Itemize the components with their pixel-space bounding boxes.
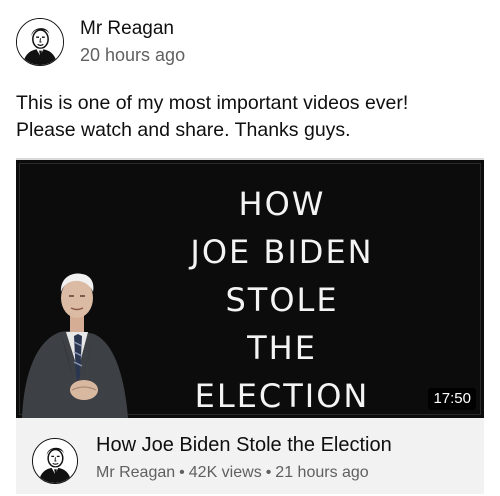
channel-name[interactable]: Mr Reagan — [96, 464, 175, 481]
reagan-portrait-icon — [17, 19, 63, 65]
post-text-line: Please watch and share. Thanks guys. — [16, 119, 351, 141]
reagan-portrait-icon — [33, 439, 77, 483]
video-thumbnail[interactable]: HOW JOE BIDEN STOLE THE ELECTION 17:50 — [16, 160, 484, 418]
headline-line: STOLE — [225, 281, 339, 319]
author-avatar[interactable] — [16, 18, 64, 66]
duration-badge: 17:50 — [428, 388, 476, 410]
video-age: 21 hours ago — [275, 464, 369, 481]
video-meta[interactable]: How Joe Biden Stole the Election Mr Reag… — [16, 418, 484, 496]
author-name[interactable]: Mr Reagan — [80, 17, 185, 41]
video-subtitle: Mr Reagan • 42K views • 21 hours ago — [96, 462, 392, 484]
post-timestamp: 20 hours ago — [80, 45, 186, 65]
view-count: 42K views — [188, 464, 262, 481]
author-block: Mr Reagan 20 hours ago — [80, 17, 185, 67]
headline-line: ELECTION — [194, 377, 370, 415]
separator-dot: • — [179, 464, 185, 481]
channel-avatar[interactable] — [32, 438, 78, 484]
post-text-line: This is one of my most important videos … — [16, 92, 409, 114]
headline-line: JOE BIDEN — [190, 233, 374, 271]
video-card[interactable]: HOW JOE BIDEN STOLE THE ELECTION 17:50 H… — [16, 158, 484, 494]
headline-line: HOW — [238, 185, 326, 223]
person-figure — [16, 250, 136, 418]
post-header: Mr Reagan 20 hours ago — [16, 14, 484, 70]
video-meta-text: How Joe Biden Stole the Election Mr Reag… — [96, 432, 392, 484]
headline-line: THE — [247, 329, 317, 367]
video-title[interactable]: How Joe Biden Stole the Election — [96, 432, 392, 458]
thumbnail-headline: HOW JOE BIDEN STOLE THE ELECTION — [134, 180, 430, 418]
separator-dot: • — [265, 464, 272, 481]
post-text: This is one of my most important videos … — [16, 90, 484, 144]
